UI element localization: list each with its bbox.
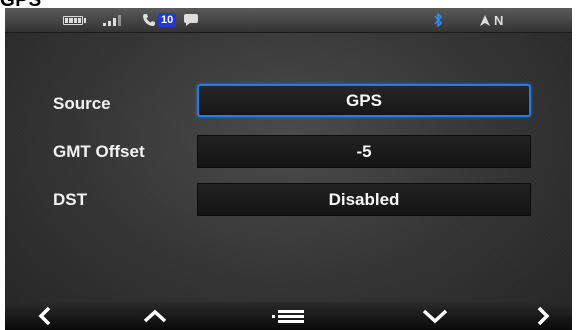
gmt-offset-label: GMT Offset — [53, 142, 145, 161]
source-field[interactable]: GPS — [197, 84, 531, 117]
device-screen: 10 N Source GPS GMT Offset -5 DST Disabl… — [5, 8, 572, 330]
up-icon[interactable] — [125, 302, 185, 330]
down-icon[interactable] — [405, 302, 465, 330]
signal-icon — [103, 8, 121, 32]
phone-icon: 10 — [142, 8, 177, 32]
compass-heading: N — [494, 12, 504, 28]
menu-icon[interactable] — [258, 302, 318, 330]
dst-field[interactable]: Disabled — [197, 183, 531, 216]
missed-calls-badge: 10 — [158, 13, 177, 27]
battery-icon — [63, 8, 86, 32]
forward-icon[interactable] — [513, 302, 573, 330]
bluetooth-icon — [433, 8, 443, 32]
dst-label: DST — [53, 190, 87, 209]
source-label: Source — [53, 94, 111, 113]
compass-icon: N — [480, 8, 503, 32]
message-icon — [183, 8, 199, 32]
gmt-offset-field[interactable]: -5 — [197, 135, 531, 168]
back-icon[interactable] — [15, 302, 75, 330]
status-bar: 10 N — [5, 8, 572, 33]
nav-bar — [5, 302, 572, 330]
